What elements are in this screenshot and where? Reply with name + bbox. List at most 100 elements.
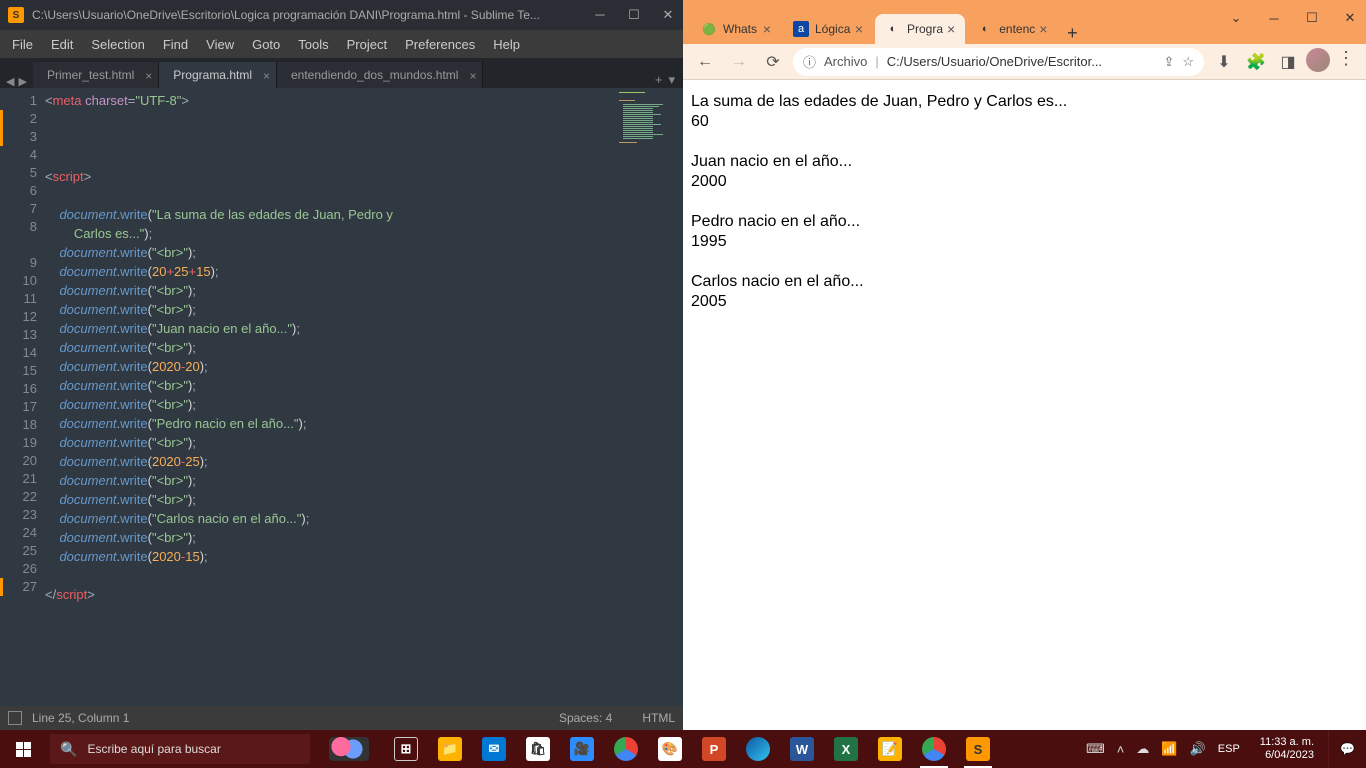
tab-logica[interactable]: aLógica× bbox=[783, 14, 873, 44]
new-tab-button[interactable]: + bbox=[1059, 23, 1085, 44]
start-button[interactable] bbox=[0, 730, 46, 768]
minimap[interactable] bbox=[613, 88, 683, 706]
chrome-menu-down-icon[interactable]: ⌄ bbox=[1226, 10, 1246, 26]
menu-goto[interactable]: Goto bbox=[244, 33, 288, 56]
sublime-menubar: File Edit Selection Find View Goto Tools… bbox=[0, 30, 683, 58]
app-chrome-2[interactable] bbox=[912, 730, 956, 768]
reload-button[interactable]: ⟳ bbox=[759, 48, 787, 76]
taskbar-search[interactable]: 🔍Escribe aquí para buscar bbox=[50, 734, 310, 764]
tab-whatsapp[interactable]: 🟢Whats× bbox=[691, 14, 781, 44]
maximize-button[interactable]: ☐ bbox=[1302, 10, 1322, 26]
whatsapp-icon: 🟢 bbox=[701, 21, 717, 37]
close-icon[interactable]: × bbox=[947, 21, 955, 37]
close-button[interactable]: ✕ bbox=[1340, 10, 1360, 26]
close-icon[interactable]: × bbox=[763, 21, 771, 37]
cursor-position: Line 25, Column 1 bbox=[32, 711, 129, 725]
menu-find[interactable]: Find bbox=[155, 33, 196, 56]
notification-button[interactable]: 💬 bbox=[1328, 730, 1366, 768]
bookmark-icon[interactable]: ☆ bbox=[1182, 54, 1194, 70]
menu-file[interactable]: File bbox=[4, 33, 41, 56]
tab-menu-button[interactable]: ▾ bbox=[668, 72, 675, 88]
tab-entendiendo[interactable]: ◐entenc× bbox=[967, 14, 1057, 44]
code-area[interactable]: <meta charset="UTF-8"> <script> document… bbox=[45, 88, 613, 706]
tab-nav[interactable]: ◀▶ bbox=[0, 75, 33, 88]
search-icon: 🔍 bbox=[60, 741, 77, 758]
download-icon[interactable]: ⬇ bbox=[1210, 48, 1238, 76]
sidepanel-icon[interactable]: ◨ bbox=[1274, 48, 1302, 76]
output-line: Pedro nacio en el año... bbox=[691, 212, 1358, 232]
system-tray: ⌨ ˄ ☁ 📶 🔊 ESP 11:33 a. m. 6/04/2023 bbox=[1080, 730, 1328, 768]
sublime-window: S C:\Users\Usuario\OneDrive\Escritorio\L… bbox=[0, 0, 683, 730]
output-value: 2005 bbox=[691, 292, 1358, 312]
profile-avatar[interactable] bbox=[1306, 48, 1330, 72]
maximize-button[interactable]: ☐ bbox=[627, 7, 641, 23]
menu-button[interactable]: ⋮ bbox=[1334, 48, 1358, 76]
app-mail[interactable]: ✉ bbox=[472, 730, 516, 768]
task-view-button[interactable]: ⊞ bbox=[384, 730, 428, 768]
tray-clock[interactable]: 11:33 a. m. 6/04/2023 bbox=[1252, 736, 1322, 762]
output-value: 1995 bbox=[691, 232, 1358, 252]
taskbar-widget[interactable] bbox=[314, 730, 384, 768]
app-word[interactable]: W bbox=[780, 730, 824, 768]
url-text: C:/Users/Usuario/OneDrive/Escritor... bbox=[887, 54, 1156, 69]
app-excel[interactable]: X bbox=[824, 730, 868, 768]
forward-button[interactable]: → bbox=[725, 48, 753, 76]
sublime-title: C:\Users\Usuario\OneDrive\Escritorio\Log… bbox=[32, 8, 583, 22]
menu-help[interactable]: Help bbox=[485, 33, 528, 56]
app-zoom[interactable]: 🎥 bbox=[560, 730, 604, 768]
close-icon[interactable]: × bbox=[469, 69, 476, 83]
app-powerpoint[interactable]: P bbox=[692, 730, 736, 768]
menu-selection[interactable]: Selection bbox=[83, 33, 152, 56]
close-icon[interactable]: × bbox=[145, 69, 152, 83]
editor-body: 1234567891011121314151617181920212223242… bbox=[0, 88, 683, 706]
sublime-titlebar[interactable]: S C:\Users\Usuario\OneDrive\Escritorio\L… bbox=[0, 0, 683, 30]
menu-edit[interactable]: Edit bbox=[43, 33, 81, 56]
menu-preferences[interactable]: Preferences bbox=[397, 33, 483, 56]
close-icon[interactable]: × bbox=[263, 69, 270, 83]
status-lang[interactable]: HTML bbox=[642, 711, 675, 725]
menu-view[interactable]: View bbox=[198, 33, 242, 56]
app-paint[interactable]: 🎨 bbox=[648, 730, 692, 768]
sublime-app-icon: S bbox=[8, 7, 24, 23]
app-edge[interactable] bbox=[736, 730, 780, 768]
tray-wifi-icon[interactable]: 📶 bbox=[1161, 741, 1177, 757]
tray-onedrive-icon[interactable]: ☁ bbox=[1136, 741, 1149, 757]
minimize-button[interactable]: ─ bbox=[1264, 11, 1284, 26]
address-bar[interactable]: ⓘ Archivo | C:/Users/Usuario/OneDrive/Es… bbox=[793, 48, 1204, 76]
extensions-icon[interactable]: 🧩 bbox=[1242, 48, 1270, 76]
file-icon: ◐ bbox=[977, 21, 993, 37]
tray-chevron-icon[interactable]: ˄ bbox=[1117, 742, 1125, 757]
status-spaces[interactable]: Spaces: 4 bbox=[559, 711, 612, 725]
app-sublime[interactable]: S bbox=[956, 730, 1000, 768]
menu-tools[interactable]: Tools bbox=[290, 33, 336, 56]
new-tab-button[interactable]: + bbox=[655, 72, 663, 88]
close-button[interactable]: ✕ bbox=[661, 7, 675, 23]
share-icon[interactable]: ⇪ bbox=[1163, 54, 1174, 70]
taskbar-apps: ⊞ 📁 ✉ 🛍 🎥 🎨 P W X 📝 S bbox=[384, 730, 1000, 768]
widget-icon bbox=[329, 737, 369, 761]
alura-icon: a bbox=[793, 21, 809, 37]
windows-icon bbox=[16, 742, 31, 757]
menu-project[interactable]: Project bbox=[339, 33, 395, 56]
tab-programa[interactable]: Programa.html× bbox=[159, 62, 277, 88]
app-explorer[interactable]: 📁 bbox=[428, 730, 472, 768]
app-chrome-1[interactable] bbox=[604, 730, 648, 768]
minimize-button[interactable]: ─ bbox=[593, 7, 607, 23]
app-notes[interactable]: 📝 bbox=[868, 730, 912, 768]
tray-language[interactable]: ESP bbox=[1218, 743, 1240, 755]
close-icon[interactable]: × bbox=[855, 21, 863, 37]
tab-programa[interactable]: ◐Progra× bbox=[875, 14, 965, 44]
tab-primer-test[interactable]: Primer_test.html× bbox=[33, 62, 159, 88]
tray-keyboard-icon[interactable]: ⌨ bbox=[1086, 741, 1105, 757]
output-value: 60 bbox=[691, 112, 1358, 132]
tab-entendiendo[interactable]: entendiendo_dos_mundos.html× bbox=[277, 62, 483, 88]
output-line: La suma de las edades de Juan, Pedro y C… bbox=[691, 92, 1358, 112]
page-content: La suma de las edades de Juan, Pedro y C… bbox=[683, 80, 1366, 730]
back-button[interactable]: ← bbox=[691, 48, 719, 76]
tray-volume-icon[interactable]: 🔊 bbox=[1190, 741, 1206, 757]
close-icon[interactable]: × bbox=[1039, 21, 1047, 37]
app-store[interactable]: 🛍 bbox=[516, 730, 560, 768]
status-icon[interactable] bbox=[8, 711, 22, 725]
file-icon: ◐ bbox=[885, 21, 901, 37]
taskbar: 🔍Escribe aquí para buscar ⊞ 📁 ✉ 🛍 🎥 🎨 P … bbox=[0, 730, 1366, 768]
